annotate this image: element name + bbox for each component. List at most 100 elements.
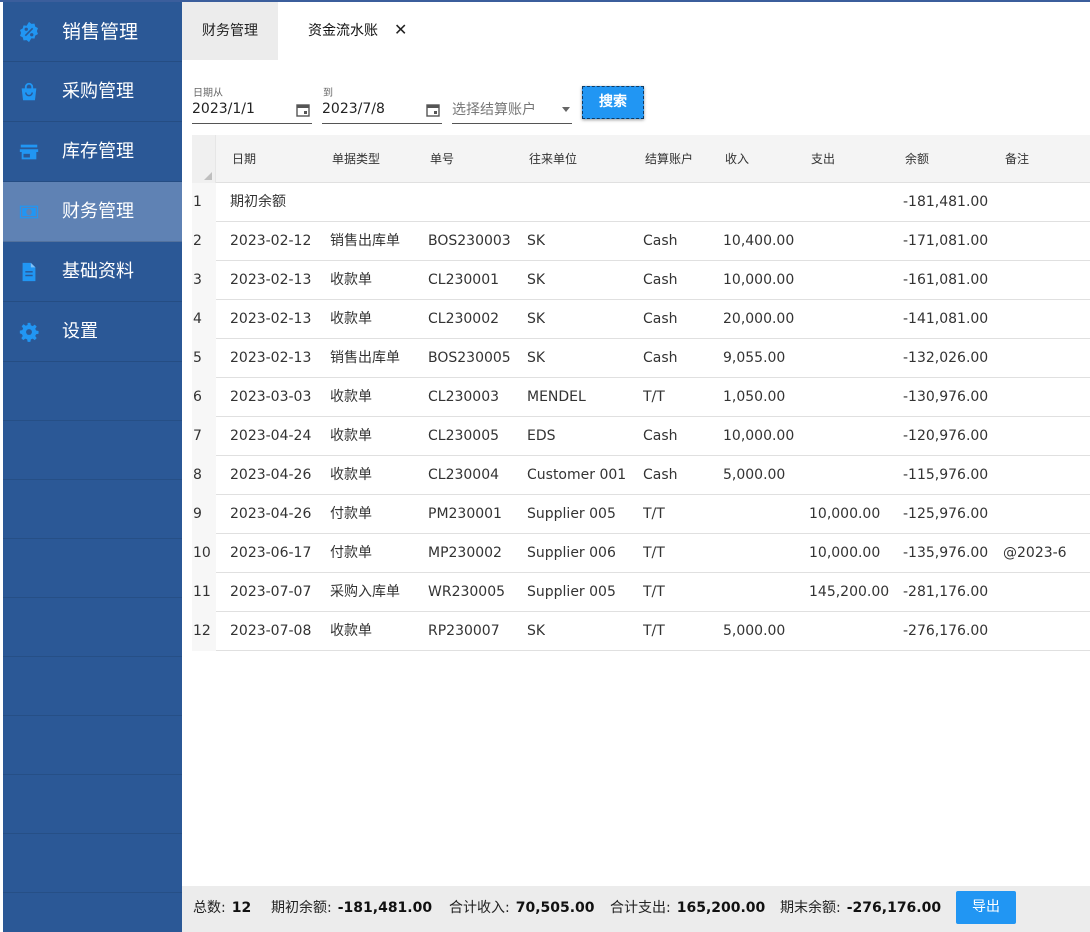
cell-note bbox=[1003, 339, 1090, 378]
cell-party: Supplier 005 bbox=[527, 506, 616, 522]
cell-number: BOS230003 bbox=[428, 233, 511, 249]
cell-account: Cash bbox=[643, 233, 678, 249]
cell-number: CL230003 bbox=[428, 389, 500, 405]
cell-number: PM230001 bbox=[428, 506, 502, 522]
cell-date: 2023-07-08 bbox=[230, 623, 312, 639]
cell-type: 付款单 bbox=[330, 545, 372, 561]
date-to-value[interactable]: 2023/7/8 bbox=[322, 101, 385, 117]
cell-date: 2023-02-13 bbox=[230, 311, 312, 327]
table-row[interactable]: 12 2023-07-08 收款单 RP230007 SK T/T 5,000.00 -276… bbox=[192, 612, 1090, 651]
sidebar-item-purchase[interactable]: 采购管理 bbox=[3, 62, 182, 122]
cell-party: SK bbox=[527, 233, 546, 249]
account-select[interactable]: 选择结算账户 bbox=[452, 84, 572, 124]
sidebar-item-basic-data[interactable]: 基础资料 bbox=[3, 242, 182, 302]
row-index: 9 bbox=[192, 495, 216, 534]
cell-note bbox=[1003, 573, 1090, 612]
document-icon bbox=[22, 262, 36, 282]
cell-account: Cash bbox=[643, 350, 678, 366]
sidebar-item-settings[interactable]: 设置 bbox=[3, 302, 182, 362]
cell-balance: -125,976.00 bbox=[903, 506, 989, 522]
cell-date: 2023-03-03 bbox=[230, 389, 312, 405]
cell-party: EDS bbox=[527, 428, 556, 444]
cell-type: 收款单 bbox=[330, 311, 372, 327]
table-row[interactable]: 4 2023-02-13 收款单 CL230002 SK Cash 20,000.00 -14… bbox=[192, 300, 1090, 339]
store-icon bbox=[19, 144, 39, 160]
chevron-down-icon[interactable] bbox=[562, 107, 570, 112]
select-all-corner[interactable] bbox=[192, 135, 216, 183]
export-button[interactable]: 导出 bbox=[956, 891, 1016, 924]
column-header-party[interactable]: 往来单位 bbox=[529, 135, 577, 183]
cell-type: 付款单 bbox=[330, 506, 372, 522]
calendar-icon[interactable] bbox=[426, 103, 440, 117]
shopping-bag-icon bbox=[21, 82, 37, 101]
sidebar-item-label: 财务管理 bbox=[62, 201, 134, 222]
cell-date: 2023-02-13 bbox=[230, 350, 312, 366]
row-divider bbox=[216, 650, 1090, 651]
date-from-value[interactable]: 2023/1/1 bbox=[192, 101, 255, 117]
column-header-account[interactable]: 结算账户 bbox=[645, 135, 693, 183]
column-header-type[interactable]: 单据类型 bbox=[332, 135, 380, 183]
cell-account: T/T bbox=[643, 623, 665, 639]
row-index: 7 bbox=[192, 417, 216, 456]
sidebar-item-sales[interactable]: 销售管理 bbox=[3, 2, 182, 62]
column-header-expense[interactable]: 支出 bbox=[811, 135, 835, 183]
cell-type: 销售出库单 bbox=[330, 233, 400, 249]
opening-balance: 期初余额: -181,481.00 bbox=[271, 900, 433, 916]
table-row[interactable]: 3 2023-02-13 收款单 CL230001 SK Cash 10,000.00 -16… bbox=[192, 261, 1090, 300]
row-index: 2 bbox=[192, 222, 216, 261]
cell-number: WR230005 bbox=[428, 584, 506, 600]
table-row[interactable]: 10 2023-06-17 付款单 MP230002 Supplier 006 T/T 10… bbox=[192, 534, 1090, 573]
sidebar: 销售管理 采购管理 库存管理 财务管理 基础资料 设置 bbox=[3, 2, 182, 932]
cell-income: 10,000.00 bbox=[723, 272, 795, 288]
column-header-income[interactable]: 收入 bbox=[725, 135, 749, 183]
table-row[interactable]: 6 2023-03-03 收款单 CL230003 MENDEL T/T 1,050.00 -… bbox=[192, 378, 1090, 417]
cell-party: SK bbox=[527, 311, 546, 327]
cell-income: 5,000.00 bbox=[723, 467, 786, 483]
cell-balance: -130,976.00 bbox=[903, 389, 989, 405]
column-header-balance[interactable]: 余额 bbox=[905, 135, 929, 183]
table-row[interactable]: 7 2023-04-24 收款单 CL230005 EDS Cash 10,000.00 -1… bbox=[192, 417, 1090, 456]
table-row[interactable]: 9 2023-04-26 付款单 PM230001 Supplier 005 T/T 10,… bbox=[192, 495, 1090, 534]
cell-balance: -281,176.00 bbox=[903, 584, 989, 600]
table-row[interactable]: 1 期初余额 -181,481.00 bbox=[192, 183, 1090, 222]
table-row[interactable]: 11 2023-07-07 采购入库单 WR230005 Supplier 005 T/T… bbox=[192, 573, 1090, 612]
cell-type: 收款单 bbox=[330, 623, 372, 639]
cell-balance: -120,976.00 bbox=[903, 428, 989, 444]
cell-type: 收款单 bbox=[330, 272, 372, 288]
close-icon[interactable]: ✕ bbox=[394, 2, 407, 60]
total-income: 合计收入: 70,505.00 bbox=[449, 900, 595, 916]
column-header-note[interactable]: 备注 bbox=[1005, 135, 1029, 183]
cell-date: 2023-06-17 bbox=[230, 545, 312, 561]
table-row[interactable]: 8 2023-04-26 收款单 CL230004 Customer 001 Cash 5,… bbox=[192, 456, 1090, 495]
tab-finance[interactable]: 财务管理 bbox=[182, 2, 278, 60]
sidebar-empty-area bbox=[3, 362, 182, 932]
date-from-field[interactable]: 日期从 2023/1/1 bbox=[192, 84, 312, 124]
date-to-field[interactable]: 到 2023/7/8 bbox=[322, 84, 442, 124]
calendar-icon[interactable] bbox=[296, 103, 310, 117]
cell-account: Cash bbox=[643, 467, 678, 483]
row-index: 6 bbox=[192, 378, 216, 417]
row-index: 3 bbox=[192, 261, 216, 300]
table-row[interactable]: 5 2023-02-13 销售出库单 BOS230005 SK Cash 9,055.00 -… bbox=[192, 339, 1090, 378]
cell-date: 2023-02-13 bbox=[230, 272, 312, 288]
cell-note bbox=[1003, 495, 1090, 534]
sidebar-item-label: 基础资料 bbox=[62, 261, 134, 282]
column-header-number[interactable]: 单号 bbox=[430, 135, 454, 183]
table-row[interactable]: 2 2023-02-12 销售出库单 BOS230003 SK Cash 10,400.00… bbox=[192, 222, 1090, 261]
cell-type: 收款单 bbox=[330, 467, 372, 483]
tab-cashflow[interactable]: 资金流水账 bbox=[308, 2, 378, 60]
corner-triangle-icon bbox=[204, 172, 212, 180]
cell-income: 5,000.00 bbox=[723, 623, 786, 639]
cell-number: BOS230005 bbox=[428, 350, 511, 366]
cell-account: Cash bbox=[643, 272, 678, 288]
cell-income: 10,000.00 bbox=[723, 428, 795, 444]
column-header-date[interactable]: 日期 bbox=[232, 135, 256, 183]
cell-number: CL230004 bbox=[428, 467, 500, 483]
search-button[interactable]: 搜索 bbox=[582, 86, 644, 119]
row-index: 8 bbox=[192, 456, 216, 495]
sidebar-item-finance[interactable]: 财务管理 bbox=[3, 182, 182, 242]
sidebar-item-inventory[interactable]: 库存管理 bbox=[3, 122, 182, 182]
date-from-label: 日期从 bbox=[193, 88, 223, 99]
cell-number: MP230002 bbox=[428, 545, 502, 561]
cell-account: Cash bbox=[643, 311, 678, 327]
